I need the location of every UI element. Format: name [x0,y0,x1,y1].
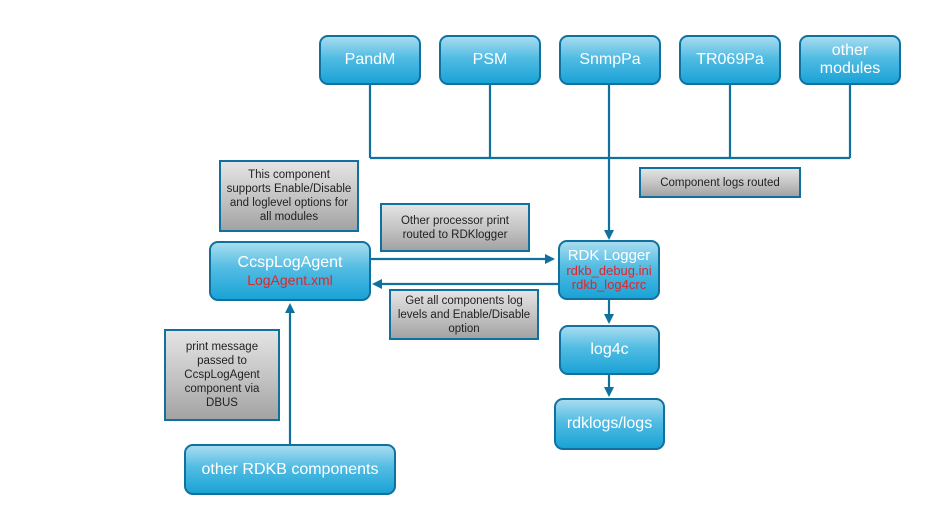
ccsp-log-agent-box: CcspLogAgent LogAgent.xml [209,241,371,301]
module-label: PandM [344,51,396,68]
rdk-logger-title: RDK Logger [567,247,651,264]
rdk-logger-box: RDK Logger rdkb_debug.ini rdkb_log4crc [558,240,660,300]
note-other-processor: Other processor print routed to RDKlogge… [380,203,530,252]
ccsp-log-agent-file: LogAgent.xml [247,271,333,288]
module-snmppa: SnmpPa [559,35,661,85]
other-rdkb-components-box: other RDKB components [184,444,396,495]
note-component-logs-routed: Component logs routed [639,167,801,198]
module-other-modules: other modules [799,35,901,85]
rdklogs-box: rdklogs/logs [554,398,665,450]
module-label: SnmpPa [579,51,641,68]
module-tr069pa: TR069Pa [679,35,781,85]
module-label: other modules [819,42,881,77]
note-get-all-components: Get all components log levels and Enable… [389,289,539,340]
ccsp-log-agent-title: CcspLogAgent [237,253,343,271]
note-component-support: This component supports Enable/Disable a… [219,160,359,232]
module-psm: PSM [439,35,541,85]
rdk-logger-file: rdkb_log4crc [571,277,647,292]
rdk-logger-file: rdkb_debug.ini [566,263,652,278]
module-label: PSM [472,51,508,68]
module-pandm: PandM [319,35,421,85]
module-label: TR069Pa [696,51,764,68]
log4c-box: log4c [559,325,660,375]
note-print-message: print message passed to CcspLogAgent com… [164,329,280,421]
